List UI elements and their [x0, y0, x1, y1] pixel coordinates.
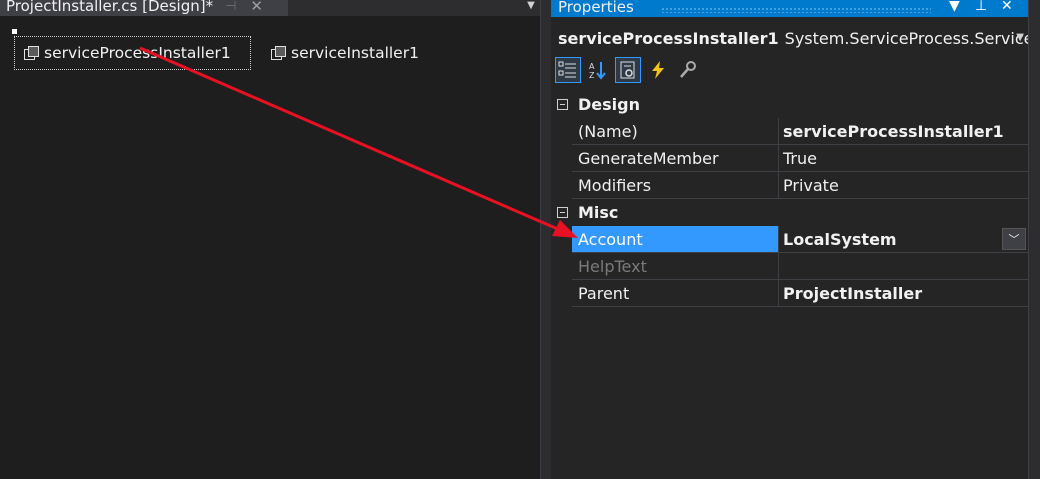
property-row-help-text[interactable]: HelpText: [551, 253, 1028, 280]
pin-icon[interactable]: ⊥: [975, 0, 987, 14]
property-value[interactable]: serviceProcessInstaller1: [779, 118, 1028, 145]
properties-panel: Properties ▼ ⊥ ✕ serviceProcessInstaller…: [551, 0, 1028, 479]
title-grip: [661, 7, 931, 13]
collapse-icon[interactable]: [557, 207, 568, 218]
document-tab-strip: ProjectInstaller.cs [Design]* ⊣ ✕ ▼: [0, 0, 541, 16]
tab-title: ProjectInstaller.cs [Design]*: [6, 0, 214, 15]
object-selector[interactable]: serviceProcessInstaller1 System.ServiceP…: [551, 24, 1028, 52]
pin-icon[interactable]: ⊣: [225, 0, 236, 14]
component-tray[interactable]: [0, 16, 540, 479]
property-value[interactable]: [779, 253, 1028, 280]
alphabetical-icon: A Z: [589, 62, 606, 80]
properties-icon: [620, 61, 635, 79]
object-type: System.ServiceProcess.ServiceProcessInst…: [784, 28, 1028, 48]
property-value[interactable]: Private: [779, 172, 1028, 199]
events-button[interactable]: [645, 57, 671, 83]
property-name: Modifiers: [572, 172, 779, 199]
tab-dropdown-icon[interactable]: ▼: [522, 0, 540, 14]
selection-handle[interactable]: [12, 29, 17, 34]
properties-title: Properties: [558, 0, 634, 16]
component-service-installer[interactable]: serviceInstaller1: [271, 36, 419, 70]
property-value[interactable]: ProjectInstaller: [779, 280, 1028, 307]
designer-panel: ProjectInstaller.cs [Design]* ⊣ ✕ ▼ serv…: [0, 0, 541, 479]
property-value[interactable]: LocalSystem: [779, 226, 1028, 253]
tab-project-installer-design[interactable]: ProjectInstaller.cs [Design]* ⊣ ✕: [0, 0, 288, 16]
alphabetical-button[interactable]: A Z: [585, 57, 611, 83]
chevron-down-icon: ﹀: [1008, 233, 1020, 246]
object-name: serviceProcessInstaller1: [558, 28, 779, 48]
close-icon[interactable]: ✕: [1001, 0, 1013, 14]
component-label: serviceInstaller1: [291, 44, 419, 62]
close-icon[interactable]: ✕: [250, 0, 263, 15]
panel-splitter[interactable]: [540, 0, 541, 479]
property-pages-button[interactable]: [675, 57, 701, 83]
property-name: HelpText: [572, 253, 779, 280]
properties-button[interactable]: [615, 57, 641, 83]
property-row-name[interactable]: (Name) serviceProcessInstaller1: [551, 118, 1028, 145]
component-label: serviceProcessInstaller1: [44, 44, 231, 62]
chevron-down-icon[interactable]: ▼: [1016, 32, 1024, 43]
category-label: Design: [578, 95, 640, 114]
category-design[interactable]: Design: [551, 91, 1028, 118]
property-name: (Name): [572, 118, 779, 145]
categorized-icon: [558, 61, 576, 78]
property-row-modifiers[interactable]: Modifiers Private: [551, 172, 1028, 199]
key-icon: [680, 61, 696, 78]
component-icon: [24, 46, 39, 60]
component-icon: [271, 46, 286, 60]
property-value[interactable]: True: [779, 145, 1028, 172]
property-row-account[interactable]: Account LocalSystem ﹀: [551, 226, 1028, 253]
right-edge-bar: [1028, 0, 1040, 479]
collapse-icon[interactable]: [557, 99, 568, 110]
property-name: GenerateMember: [572, 145, 779, 172]
properties-title-bar: Properties ▼ ⊥ ✕: [551, 0, 1028, 17]
component-service-process-installer[interactable]: serviceProcessInstaller1: [14, 36, 251, 70]
events-icon: [652, 61, 664, 79]
category-label: Misc: [578, 203, 619, 222]
property-row-parent[interactable]: Parent ProjectInstaller: [551, 280, 1028, 307]
account-dropdown-button[interactable]: ﹀: [1002, 228, 1026, 250]
property-row-generate-member[interactable]: GenerateMember True: [551, 145, 1028, 172]
properties-toolbar: A Z: [555, 55, 705, 85]
property-name: Account: [572, 226, 779, 253]
category-misc[interactable]: Misc: [551, 199, 1028, 226]
categorized-button[interactable]: [555, 57, 581, 83]
svg-text:A: A: [589, 62, 595, 71]
property-name: Parent: [572, 280, 779, 307]
window-position-icon[interactable]: ▼: [949, 0, 960, 14]
property-grid: Design (Name) serviceProcessInstaller1 G…: [551, 91, 1028, 307]
svg-text:Z: Z: [589, 71, 595, 80]
